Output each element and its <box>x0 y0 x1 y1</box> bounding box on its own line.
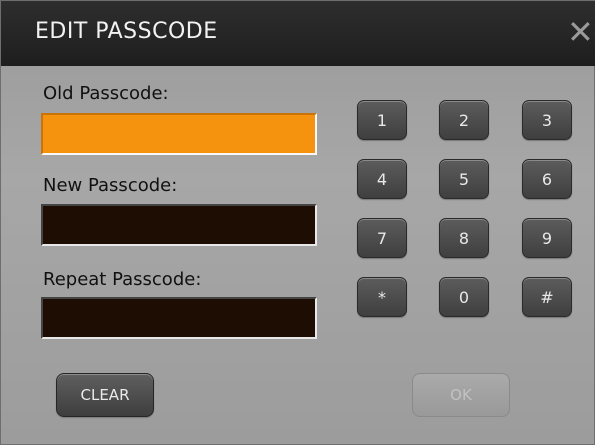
keypad-key-4[interactable]: 4 <box>357 159 407 199</box>
keypad-key-7[interactable]: 7 <box>357 218 407 258</box>
repeat-passcode-input[interactable] <box>41 297 317 339</box>
keypad-key-5[interactable]: 5 <box>439 159 489 199</box>
old-passcode-input[interactable] <box>41 113 317 155</box>
dialog-title: EDIT PASSCODE <box>35 19 218 44</box>
ok-button[interactable]: OK <box>412 373 510 417</box>
keypad-key-hash[interactable]: # <box>522 277 572 317</box>
keypad-key-9[interactable]: 9 <box>522 218 572 258</box>
keypad-key-star[interactable]: * <box>357 277 407 317</box>
new-passcode-label: New Passcode: <box>43 175 178 196</box>
edit-passcode-dialog: EDIT PASSCODE ✕ Old Passcode: New Passco… <box>0 0 595 445</box>
keypad-key-6[interactable]: 6 <box>522 159 572 199</box>
keypad-key-3[interactable]: 3 <box>522 100 572 140</box>
close-icon[interactable]: ✕ <box>567 15 595 49</box>
keypad-key-0[interactable]: 0 <box>439 277 489 317</box>
clear-button[interactable]: CLEAR <box>56 373 154 417</box>
keypad-key-8[interactable]: 8 <box>439 218 489 258</box>
title-bar: EDIT PASSCODE ✕ <box>1 1 595 66</box>
new-passcode-input[interactable] <box>41 204 317 246</box>
keypad-key-1[interactable]: 1 <box>357 100 407 140</box>
old-passcode-label: Old Passcode: <box>43 83 169 104</box>
repeat-passcode-label: Repeat Passcode: <box>43 269 202 290</box>
keypad-key-2[interactable]: 2 <box>439 100 489 140</box>
